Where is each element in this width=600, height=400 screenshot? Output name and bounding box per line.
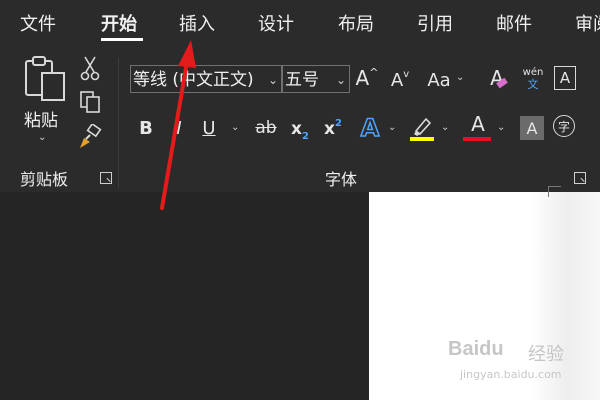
annotation-arrow-icon [160, 40, 196, 210]
